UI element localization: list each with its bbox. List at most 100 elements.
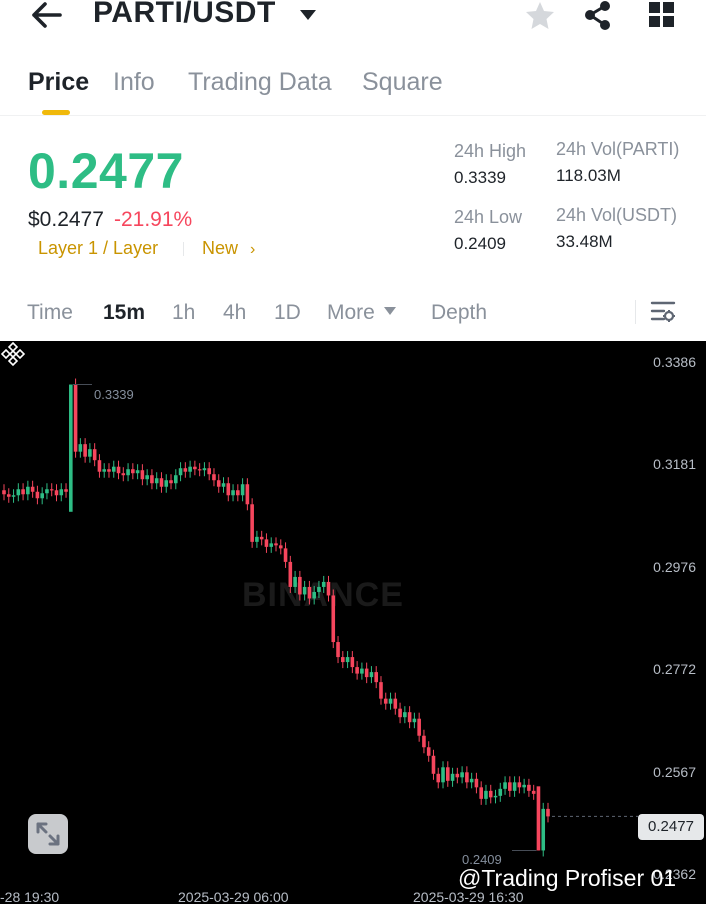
pair-title[interactable]: PARTI/USDT xyxy=(93,0,276,30)
tab-square[interactable]: Square xyxy=(362,68,443,97)
candle-body xyxy=(178,468,183,476)
y-axis-label: 0.2567 xyxy=(653,764,696,780)
interval-4h[interactable]: 4h xyxy=(223,301,246,325)
candle-body xyxy=(169,480,173,484)
candle-body xyxy=(326,581,331,596)
interval-1h[interactable]: 1h xyxy=(172,301,195,325)
candle-body xyxy=(293,576,297,587)
high-value: 0.3339 xyxy=(454,168,506,187)
candle-body xyxy=(527,784,531,791)
candle-body xyxy=(436,773,441,783)
candle-body xyxy=(383,698,388,704)
candle-body xyxy=(398,708,402,718)
y-axis-label: 0.3181 xyxy=(653,456,696,472)
main-tabs: Price Info Trading Data Square xyxy=(0,62,706,116)
grid-icon[interactable] xyxy=(646,0,678,30)
candle-body xyxy=(154,478,159,484)
candle-body xyxy=(312,591,316,599)
candle-body xyxy=(173,475,178,484)
y-axis-label: 0.2976 xyxy=(653,559,696,575)
candle-body xyxy=(73,384,78,452)
candle-body xyxy=(121,473,126,476)
new-tag[interactable]: New › xyxy=(202,238,255,259)
share-icon[interactable] xyxy=(582,0,614,30)
caret-down-icon[interactable] xyxy=(298,8,318,22)
candle-body xyxy=(193,466,197,470)
candle-body xyxy=(508,782,512,791)
chart-settings-icon[interactable] xyxy=(650,300,676,324)
candle-body xyxy=(388,698,393,704)
candle-body xyxy=(302,586,307,595)
price-change-percent: -21.91% xyxy=(114,208,193,231)
tab-info[interactable]: Info xyxy=(113,68,155,97)
candle-body xyxy=(422,735,426,748)
candle-body xyxy=(116,466,121,474)
low-label: 24h Low xyxy=(454,207,523,227)
candle-body xyxy=(269,543,274,547)
candle-body xyxy=(546,808,550,817)
x-axis-label: -28 19:30 xyxy=(0,889,60,904)
tab-depth[interactable]: Depth xyxy=(431,301,487,325)
candle-body xyxy=(216,480,221,487)
candle-body xyxy=(298,576,302,595)
candle-body xyxy=(212,474,216,481)
candle-body xyxy=(341,657,345,663)
vol-base-value: 118.03M xyxy=(556,166,621,185)
candlestick-plot xyxy=(2,378,638,857)
candle-body xyxy=(531,790,536,794)
candle-body xyxy=(484,790,488,799)
candle-body xyxy=(245,484,250,505)
candle-body xyxy=(236,490,240,496)
candle-body xyxy=(64,489,68,492)
candle-body xyxy=(283,548,288,562)
candle-body xyxy=(321,581,326,587)
interval-more[interactable]: More xyxy=(327,301,397,325)
x-axis-label: 2025-03-29 06:00 xyxy=(178,889,289,904)
candle-body xyxy=(240,484,245,496)
candle-body xyxy=(536,786,541,851)
candle-body xyxy=(426,747,431,756)
candle-body xyxy=(522,784,526,788)
candle-body xyxy=(412,718,417,723)
expand-icon xyxy=(36,822,60,846)
candle-body xyxy=(374,672,379,683)
candle-body xyxy=(197,469,202,471)
candle-body xyxy=(2,490,6,495)
candle-body xyxy=(474,778,479,788)
candle-body xyxy=(441,767,445,783)
tab-trading-data[interactable]: Trading Data xyxy=(188,68,332,97)
expand-chart-button[interactable] xyxy=(28,814,68,854)
candle-body xyxy=(445,767,450,781)
vol-base-label: 24h Vol(PARTI) xyxy=(556,139,680,159)
high-label: 24h High xyxy=(454,141,527,161)
star-icon[interactable] xyxy=(524,0,556,30)
category-tag[interactable]: Layer 1 / Layer xyxy=(38,238,158,259)
active-tab-indicator xyxy=(42,110,70,115)
candle-body xyxy=(30,486,35,492)
interval-15m[interactable]: 15m xyxy=(103,301,145,325)
candle-body xyxy=(379,682,383,699)
y-axis-label: 0.2772 xyxy=(653,661,696,677)
candle-body xyxy=(417,718,421,736)
candle-body xyxy=(450,773,455,781)
current-price-badge: 0.2477 xyxy=(638,814,704,840)
candle-body xyxy=(255,536,259,542)
interval-1d[interactable]: 1D xyxy=(274,301,301,325)
new-tag-label: New xyxy=(202,238,239,258)
candle-body xyxy=(59,489,64,496)
candle-body xyxy=(78,444,83,452)
candle-body xyxy=(26,486,30,495)
interval-time[interactable]: Time xyxy=(27,301,73,325)
back-arrow-icon[interactable] xyxy=(30,0,64,30)
last-price: 0.2477 xyxy=(28,143,184,199)
candle-body xyxy=(369,672,374,678)
candle-body xyxy=(145,475,149,480)
watermark-credit: @Trading Profiser 01 xyxy=(458,865,677,891)
candle-body xyxy=(360,668,364,674)
price-chart[interactable]: BINANCE 0.3386 0.3181 0.2976 0.2772 0.25… xyxy=(0,341,706,904)
candle-body xyxy=(350,657,355,668)
candle-body xyxy=(69,384,73,512)
tab-price[interactable]: Price xyxy=(28,68,89,97)
candle-body xyxy=(83,444,87,457)
candle-body xyxy=(407,712,412,723)
